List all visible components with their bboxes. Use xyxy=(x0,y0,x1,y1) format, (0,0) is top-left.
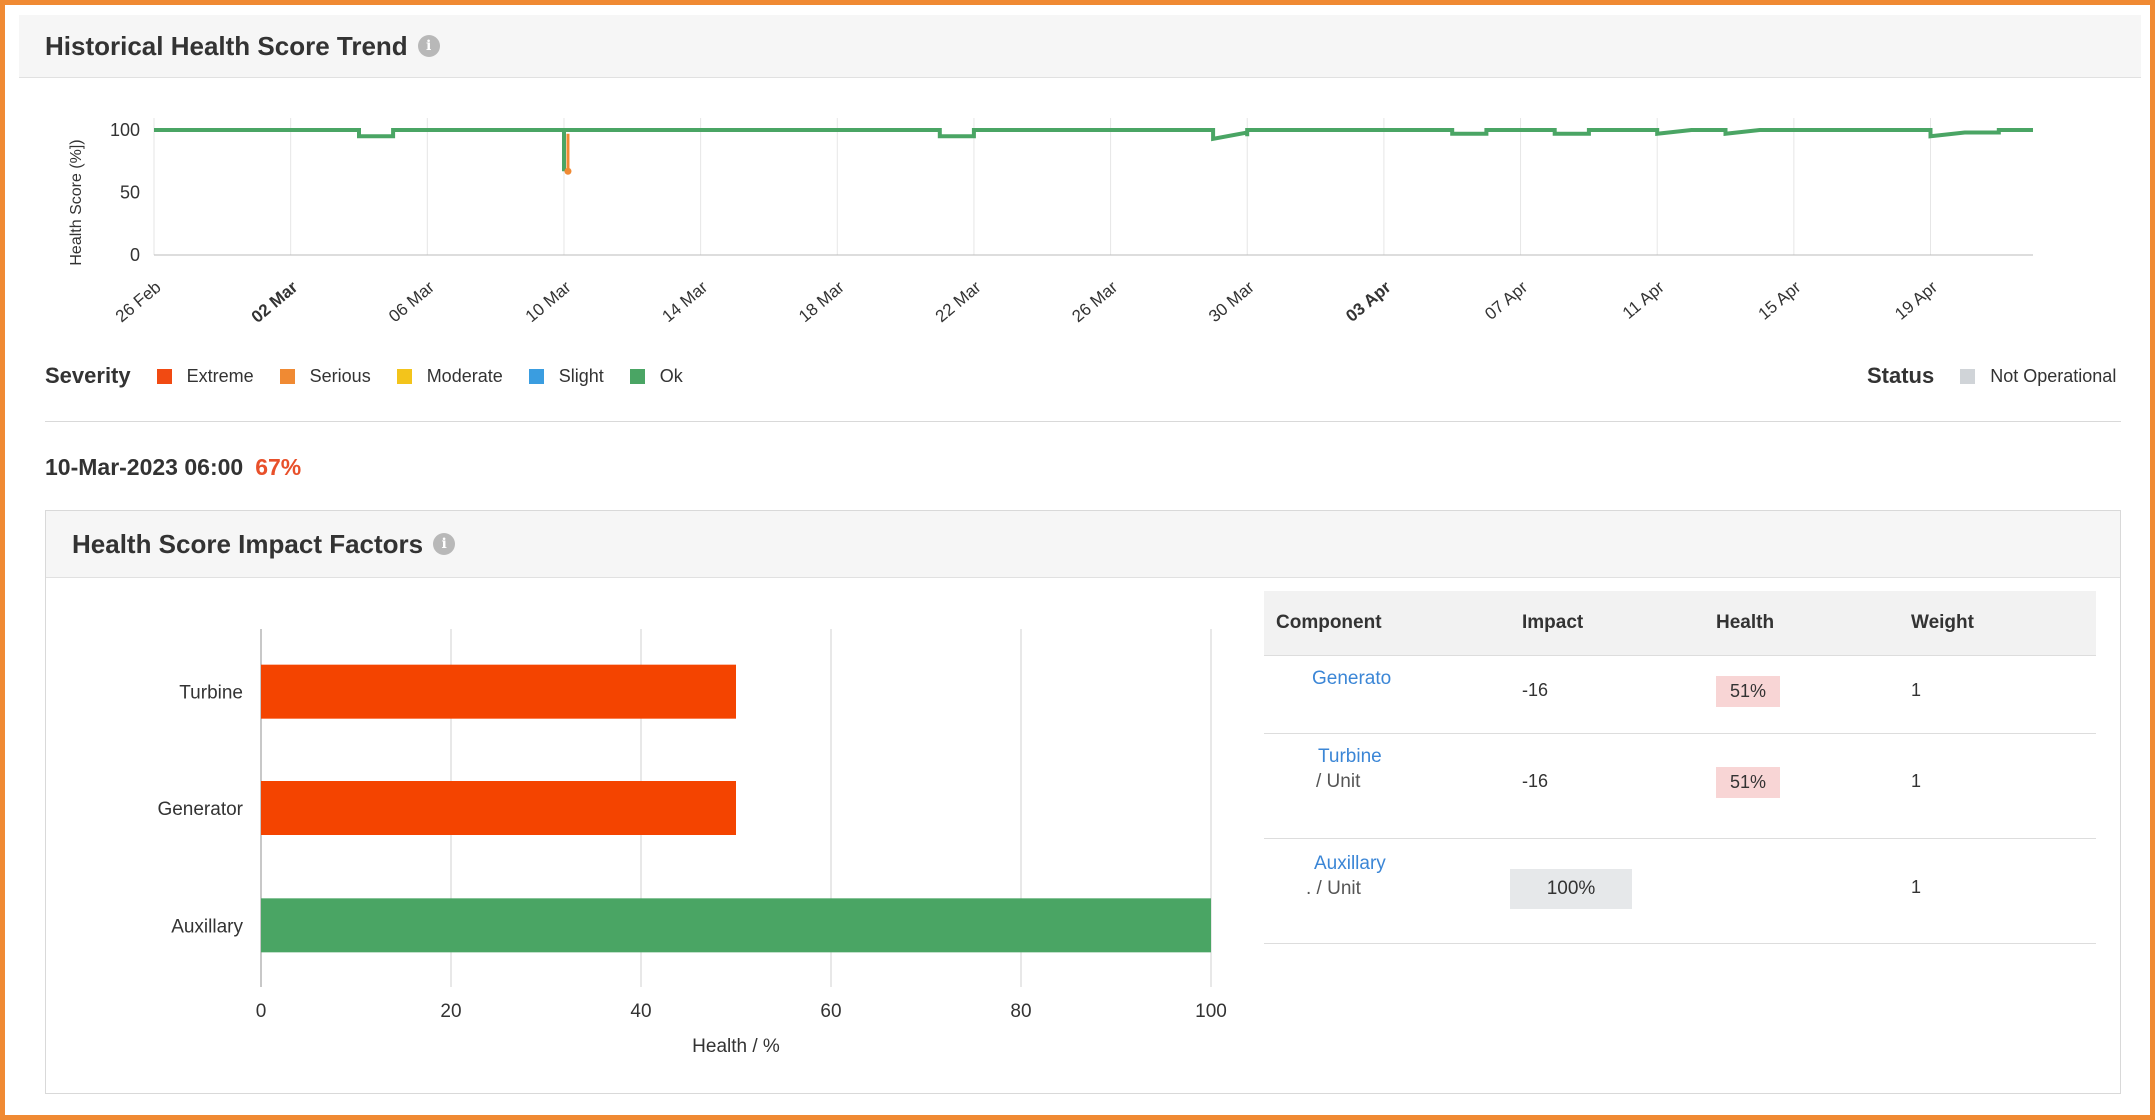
slight-swatch xyxy=(528,368,544,384)
component-sub: / Unit xyxy=(1316,771,1361,792)
info-icon[interactable]: i xyxy=(433,533,456,555)
x-tick-label: 80 xyxy=(1010,1001,1031,1022)
y-axis-label: Health Score (%]) xyxy=(68,139,85,265)
status-legend: Status Not Operational xyxy=(1867,363,2116,389)
x-tick-label: 07 Apr xyxy=(1481,277,1531,323)
serious-swatch xyxy=(279,368,295,384)
table-row[interactable]: Generato -16 51% 1 xyxy=(1264,656,2096,734)
legend-label: Moderate xyxy=(426,365,503,386)
legend-label: Extreme xyxy=(186,365,254,386)
severity-legend-label: Severity xyxy=(45,363,131,388)
legend-item-not-operational[interactable]: Not Operational xyxy=(1960,366,2116,387)
category-label: Turbine xyxy=(179,683,243,704)
component-link[interactable]: Generato xyxy=(1312,668,1391,690)
table-row[interactable]: Auxillary . / Unit 100% 1 xyxy=(1264,839,2096,944)
weight-value: 1 xyxy=(1911,771,1922,791)
x-tick-label: 15 Apr xyxy=(1755,277,1805,323)
selected-point-readout: 10-Mar-2023 06:00 67% xyxy=(45,454,301,481)
x-tick-label: 40 xyxy=(630,1001,651,1022)
bar-turbine xyxy=(261,664,736,719)
bar-auxillary xyxy=(261,898,1211,953)
y-tick-label: 50 xyxy=(120,183,140,203)
x-tick-label: 06 Mar xyxy=(385,277,438,326)
table-header: Component Impact Health Weight xyxy=(1264,591,2096,656)
selected-value: 67% xyxy=(255,454,302,480)
component-link[interactable]: Auxillary xyxy=(1314,853,1386,875)
legend-label: Slight xyxy=(558,365,604,386)
impact-badge: 100% xyxy=(1510,869,1632,909)
dashboard-frame: Historical Health Score Trend i 26 Feb 02… xyxy=(0,0,2155,1120)
weight-value: 1 xyxy=(1911,680,1922,700)
col-header-health[interactable]: Health xyxy=(1716,612,1774,634)
impact-card-header: Health Score Impact Factors i xyxy=(46,511,2120,578)
x-tick-label: 19 Apr xyxy=(1891,277,1941,323)
x-tick-label: 14 Mar xyxy=(658,277,711,326)
legend-label: Serious xyxy=(309,365,371,386)
trend-card-title: Historical Health Score Trend xyxy=(45,30,408,61)
legend-item-moderate[interactable]: Moderate xyxy=(396,365,503,387)
severity-legend: Severity Extreme Serious Moderate Slight… xyxy=(45,363,709,389)
selected-timestamp: 10-Mar-2023 06:00 xyxy=(45,454,244,480)
x-tick-label: 03 Apr xyxy=(1342,277,1395,325)
impact-table: Component Impact Health Weight Generato … xyxy=(1264,591,2096,944)
legend-item-serious[interactable]: Serious xyxy=(279,365,371,387)
ok-swatch xyxy=(629,368,645,384)
col-header-weight[interactable]: Weight xyxy=(1911,612,1974,634)
x-tick-label: 30 Mar xyxy=(1205,277,1258,326)
x-tick-label: 26 Mar xyxy=(1068,277,1121,326)
impact-factors-card: Health Score Impact Factors i 0 20 40 60 80 1… xyxy=(45,510,2121,1094)
x-axis-label: Health / % xyxy=(692,1036,780,1057)
y-tick-label: 0 xyxy=(130,245,140,265)
info-icon[interactable]: i xyxy=(417,35,440,57)
x-tick-label: 22 Mar xyxy=(932,277,985,326)
table-row[interactable]: Turbine / Unit -16 51% 1 xyxy=(1264,734,2096,839)
component-sub: . / Unit xyxy=(1306,878,1361,899)
impact-bar-chart[interactable]: 0 20 40 60 80 100 Turbine Generator Auxillary Hea… xyxy=(46,577,1246,1087)
x-tick-label: 11 Apr xyxy=(1619,277,1668,323)
weight-value: 1 xyxy=(1911,877,1922,897)
col-header-component[interactable]: Component xyxy=(1276,612,1382,634)
legend-label: Not Operational xyxy=(1990,365,2117,386)
col-header-impact[interactable]: Impact xyxy=(1522,612,1583,634)
legend-item-extreme[interactable]: Extreme xyxy=(156,365,254,387)
component-link[interactable]: Turbine xyxy=(1318,746,1382,768)
x-tick-label: 100 xyxy=(1195,1001,1227,1022)
extreme-swatch xyxy=(156,368,172,384)
legend-label: Ok xyxy=(659,365,683,386)
section-divider xyxy=(45,421,2121,422)
x-tick-label: 18 Mar xyxy=(795,277,848,326)
x-tick-label: 60 xyxy=(820,1001,841,1022)
y-tick-label: 100 xyxy=(110,120,140,140)
x-tick-label: 20 xyxy=(440,1001,461,1022)
legend-item-slight[interactable]: Slight xyxy=(528,365,604,387)
health-badge: 51% xyxy=(1716,676,1781,707)
x-tick-label: 10 Mar xyxy=(522,277,575,326)
impact-value: -16 xyxy=(1522,771,1549,791)
impact-card-title: Health Score Impact Factors xyxy=(72,528,424,559)
health-score-trend-chart[interactable]: 26 Feb 02 Mar 06 Mar 10 Mar 14 Mar 18 Mar 22 M… xyxy=(19,80,2139,360)
health-score-line xyxy=(154,128,2033,172)
category-label: Auxillary xyxy=(171,916,243,937)
selected-point-marker xyxy=(564,167,572,175)
x-tick-label: 02 Mar xyxy=(248,277,302,326)
health-badge: 51% xyxy=(1716,767,1781,798)
x-tick-label: 26 Feb xyxy=(112,278,165,327)
impact-value: -16 xyxy=(1522,680,1549,700)
bar-generator xyxy=(261,781,736,835)
x-tick-label: 0 xyxy=(256,1001,267,1022)
moderate-swatch xyxy=(396,368,412,384)
status-legend-label: Status xyxy=(1867,363,1935,388)
not-operational-swatch xyxy=(1960,368,1976,384)
trend-card-header: Historical Health Score Trend i xyxy=(19,15,2141,78)
category-label: Generator xyxy=(157,799,243,820)
legend-item-ok[interactable]: Ok xyxy=(629,365,683,387)
